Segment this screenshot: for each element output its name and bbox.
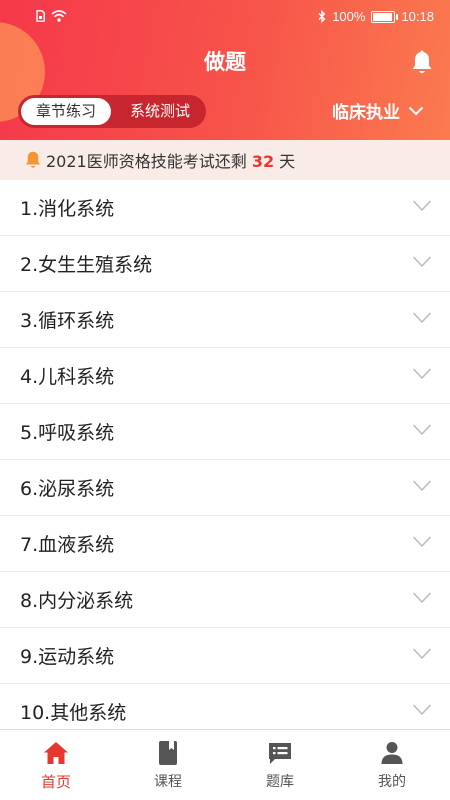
chapter-list: 1.消化系统 2.女生生殖系统 3.循环系统 4.儿科系统 5.呼吸系统 6.泌… (0, 180, 450, 740)
tabbar-label: 课程 (154, 774, 182, 790)
chevron-down-icon (408, 106, 424, 115)
chevron-down-icon (412, 704, 432, 716)
chevron-down-icon (412, 312, 432, 324)
clock: 10:18 (401, 9, 434, 24)
chapter-item[interactable]: 2.女生生殖系统 (0, 236, 450, 292)
bell-icon (25, 151, 41, 168)
countdown-text: 2021医师资格技能考试还剩 32 天 (46, 148, 295, 172)
page-title: 做题 (204, 50, 246, 74)
question-bank-icon (269, 743, 291, 764)
chapter-item[interactable]: 7.血液系统 (0, 516, 450, 572)
chapter-item[interactable]: 4.儿科系统 (0, 348, 450, 404)
tabbar-item-question-bank[interactable]: 题库 (224, 730, 336, 800)
sim-icon (36, 10, 45, 22)
tabbar-item-home[interactable]: 首页 (0, 730, 112, 800)
chapter-item[interactable]: 6.泌尿系统 (0, 460, 450, 516)
chevron-down-icon (412, 536, 432, 548)
chapter-item[interactable]: 3.循环系统 (0, 292, 450, 348)
bluetooth-icon (318, 10, 326, 23)
book-icon (159, 741, 177, 765)
notification-bell-icon[interactable] (410, 50, 434, 76)
status-right: 100% 10:18 (318, 9, 434, 24)
chapter-label: 1.消化系统 (20, 198, 115, 220)
chapter-item[interactable]: 9.运动系统 (0, 628, 450, 684)
tabbar-item-course[interactable]: 课程 (112, 730, 224, 800)
chapter-label: 8.内分泌系统 (20, 590, 134, 612)
chapter-label: 4.儿科系统 (20, 366, 115, 388)
bottom-tab-bar: 首页 课程 题库 我的 (0, 729, 450, 800)
chevron-down-icon (412, 648, 432, 660)
chapter-label: 9.运动系统 (20, 646, 115, 668)
header: 100% 10:18 做题 章节练习 系统测试 临床执业 (0, 0, 450, 140)
chapter-label: 10.其他系统 (20, 702, 127, 724)
user-icon (381, 742, 403, 764)
countdown-days: 32 (251, 152, 275, 171)
tabbar-item-profile[interactable]: 我的 (336, 730, 448, 800)
tab-chapter-practice[interactable]: 章节练习 (21, 98, 111, 125)
chapter-item[interactable]: 8.内分泌系统 (0, 572, 450, 628)
status-left (36, 10, 67, 22)
chapter-item[interactable]: 5.呼吸系统 (0, 404, 450, 460)
exam-countdown-notice: 2021医师资格技能考试还剩 32 天 (0, 140, 450, 180)
countdown-suffix: 天 (274, 152, 296, 171)
chevron-down-icon (412, 200, 432, 212)
chevron-down-icon (412, 424, 432, 436)
home-icon (44, 742, 68, 764)
chapter-label: 6.泌尿系统 (20, 478, 115, 500)
chevron-down-icon (412, 480, 432, 492)
chapter-item[interactable]: 1.消化系统 (0, 180, 450, 236)
status-bar: 100% 10:18 (0, 0, 450, 34)
tab-system-test[interactable]: 系统测试 (114, 95, 206, 128)
app: 100% 10:18 做题 章节练习 系统测试 临床执业 2021医师资格技能考… (0, 0, 450, 800)
chapter-label: 3.循环系统 (20, 310, 115, 332)
chapter-label: 5.呼吸系统 (20, 422, 115, 444)
countdown-prefix: 2021医师资格技能考试还剩 (46, 152, 252, 171)
profession-label: 临床执业 (332, 103, 400, 123)
chapter-label: 2.女生生殖系统 (20, 254, 153, 276)
chapter-label: 7.血液系统 (20, 534, 115, 556)
battery-percent: 100% (332, 9, 366, 24)
profession-selector[interactable]: 临床执业 (332, 98, 424, 123)
chevron-down-icon (412, 368, 432, 380)
chevron-down-icon (412, 256, 432, 268)
tabbar-label: 首页 (40, 773, 71, 791)
wifi-icon (51, 10, 67, 22)
battery-icon (371, 10, 399, 23)
chevron-down-icon (412, 592, 432, 604)
tabbar-label: 题库 (266, 774, 294, 790)
tabbar-label: 我的 (378, 774, 406, 790)
mode-tabs: 章节练习 系统测试 (18, 95, 206, 128)
